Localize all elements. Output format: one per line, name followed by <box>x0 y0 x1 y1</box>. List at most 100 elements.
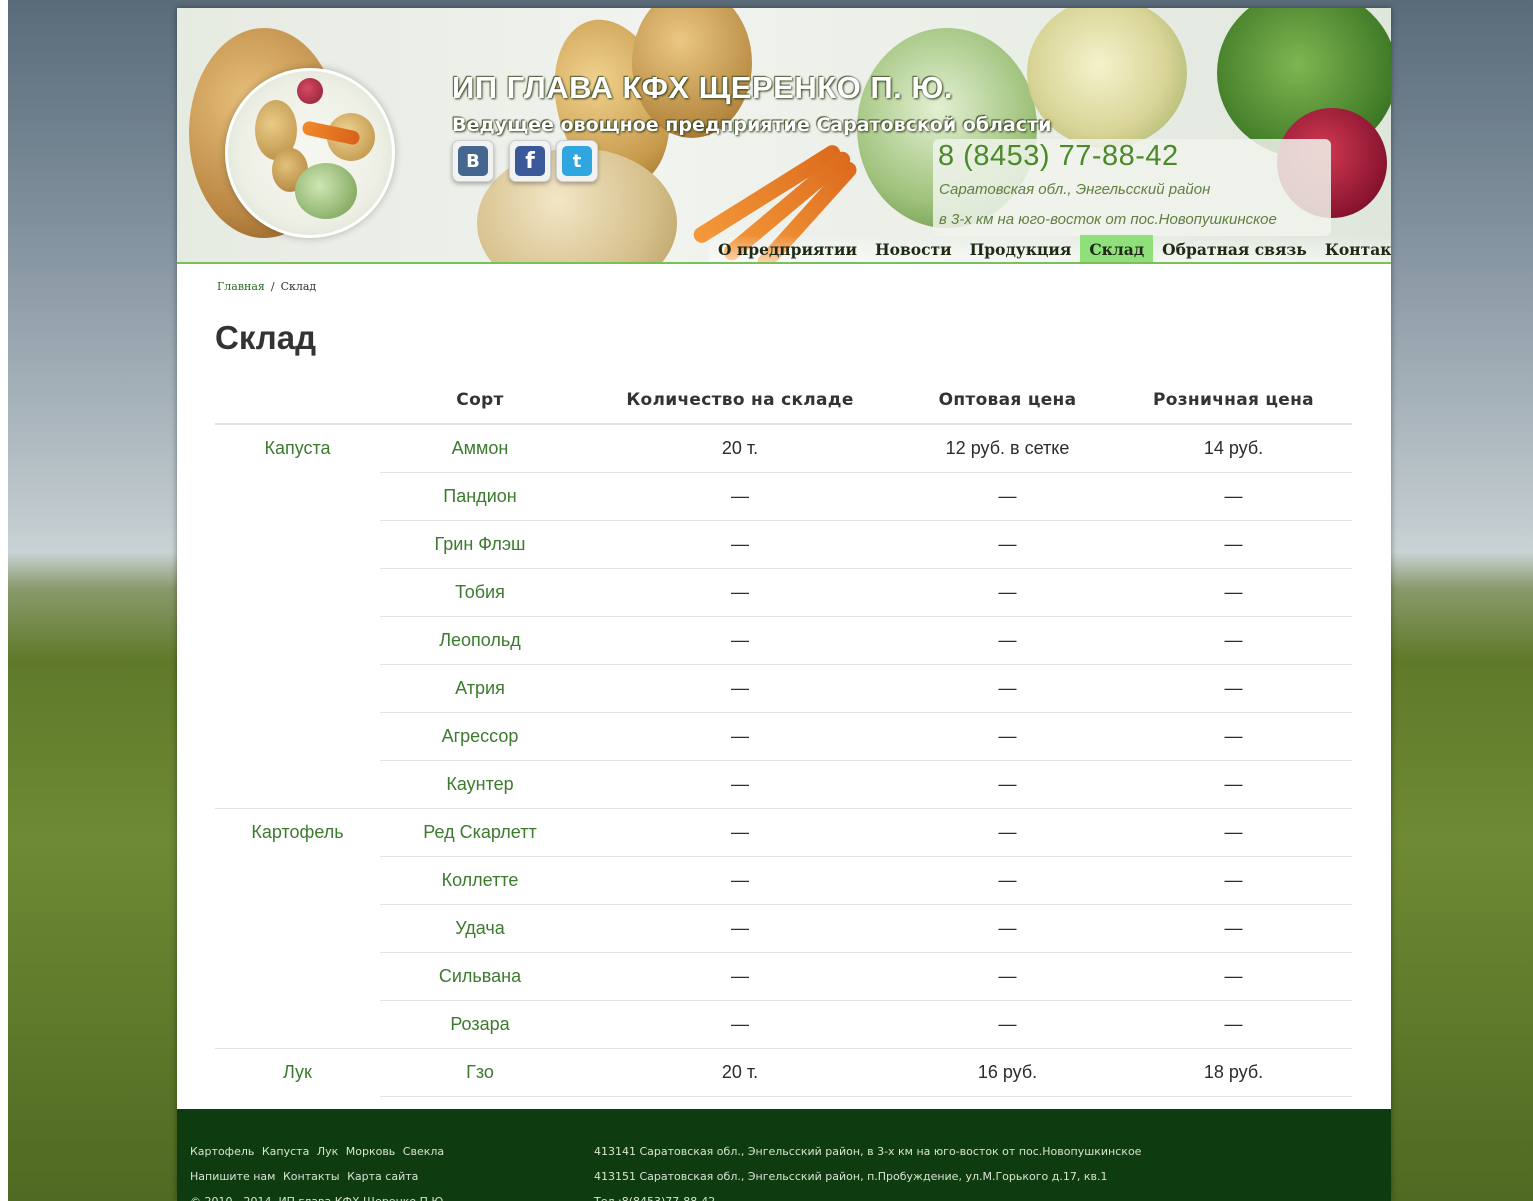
table-row: Атрия — — — <box>215 663 1352 712</box>
wholesale-price-cell: — <box>900 663 1115 712</box>
footer-link-potato[interactable]: Картофель <box>190 1145 254 1158</box>
retail-price-cell: 14 руб. <box>1115 423 1352 472</box>
variety-cell[interactable]: Ред Скарлетт <box>380 807 580 856</box>
footer-address-2: 413151 Саратовская обл., Энгельсский рай… <box>594 1170 1108 1183</box>
column-header-category <box>215 376 380 425</box>
logo-cabbage-icon <box>295 163 357 219</box>
retail-price-cell: 18 руб. <box>1115 1047 1352 1097</box>
variety-cell[interactable]: Леопольд <box>380 615 580 664</box>
wholesale-price-cell: — <box>900 711 1115 760</box>
category-cell[interactable]: Картофель <box>215 807 380 1048</box>
quantity-cell: — <box>580 663 900 712</box>
nav-contacts[interactable]: Контакты <box>1315 235 1391 262</box>
table-row: Коллетте — — — <box>215 855 1352 904</box>
quantity-cell: — <box>580 759 900 808</box>
retail-price-cell: — <box>1115 663 1352 712</box>
wholesale-price-cell: — <box>900 903 1115 952</box>
table-row: Розара — — — <box>215 999 1352 1048</box>
variety-cell[interactable]: Гзо <box>380 1047 580 1097</box>
column-header-wholesale: Оптовая цена <box>900 376 1115 425</box>
nav-products[interactable]: Продукция <box>960 235 1081 262</box>
footer-link-carrot[interactable]: Морковь <box>346 1145 396 1158</box>
footer-link-cabbage[interactable]: Капуста <box>262 1145 309 1158</box>
site-title[interactable]: ИП ГЛАВА КФХ ЩЕРЕНКО П. Ю. <box>452 70 953 106</box>
footer-link-onion[interactable]: Лук <box>317 1145 338 1158</box>
variety-cell[interactable]: Пандион <box>380 471 580 520</box>
page-edge <box>0 0 8 1201</box>
footer-link-contacts[interactable]: Контакты <box>283 1170 340 1183</box>
wholesale-price-cell: — <box>900 999 1115 1048</box>
footer-products: Картофель Капуста Лук Морковь Свекла <box>190 1139 448 1164</box>
wholesale-price-cell: — <box>900 807 1115 856</box>
vk-link[interactable]: В <box>452 140 494 182</box>
variety-cell[interactable]: Атрия <box>380 663 580 712</box>
wholesale-price-cell: — <box>900 567 1115 616</box>
nav-news[interactable]: Новости <box>866 235 961 262</box>
site-subtitle: Ведущее овощное предприятие Саратовской … <box>452 114 1052 136</box>
facebook-link[interactable]: f <box>509 140 551 182</box>
wholesale-price-cell: — <box>900 759 1115 808</box>
nav-feedback[interactable]: Обратная связь <box>1153 235 1316 262</box>
category-cell[interactable]: Капуста <box>215 423 380 808</box>
quantity-cell: — <box>580 519 900 568</box>
variety-cell[interactable]: Агрессор <box>380 711 580 760</box>
quantity-cell: — <box>580 711 900 760</box>
quantity-cell: — <box>580 471 900 520</box>
header-phone: 8 (8453) 77-88-42 <box>938 140 1179 172</box>
facebook-icon: f <box>515 146 545 176</box>
variety-cell[interactable]: Сильвана <box>380 951 580 1000</box>
header-address-line1: Саратовская обл., Энгельсский район <box>939 181 1211 198</box>
column-header-quantity: Количество на складе <box>580 376 900 425</box>
wholesale-price-cell: — <box>900 471 1115 520</box>
footer-address-1: 413141 Саратовская обл., Энгельсский рай… <box>594 1145 1142 1158</box>
retail-price-cell: — <box>1115 951 1352 1000</box>
footer-link-write-us[interactable]: Напишите нам <box>190 1170 275 1183</box>
nav-warehouse[interactable]: Склад <box>1080 235 1154 262</box>
variety-cell[interactable]: Грин Флэш <box>380 519 580 568</box>
twitter-link[interactable]: t <box>556 140 598 182</box>
retail-price-cell: — <box>1115 855 1352 904</box>
table-row: Картофель Ред Скарлетт — — — <box>215 807 1352 1048</box>
variety-cell[interactable]: Каунтер <box>380 759 580 808</box>
quantity-cell: — <box>580 999 900 1048</box>
nav-about[interactable]: О предприятии <box>709 235 867 262</box>
site-footer: Картофель Капуста Лук Морковь Свекла Нап… <box>177 1109 1391 1201</box>
variety-cell[interactable]: Тобия <box>380 567 580 616</box>
variety-cell[interactable]: Розара <box>380 999 580 1048</box>
variety-cell[interactable]: Аммон <box>380 423 580 472</box>
wholesale-price-cell: — <box>900 615 1115 664</box>
retail-price-cell: — <box>1115 471 1352 520</box>
variety-cell[interactable]: Коллетте <box>380 855 580 904</box>
footer-links: Напишите нам Контакты Карта сайта <box>190 1164 448 1189</box>
variety-cell[interactable]: Удача <box>380 903 580 952</box>
column-header-retail: Розничная цена <box>1115 376 1352 425</box>
page-title: Склад <box>215 319 317 356</box>
retail-price-cell: — <box>1115 711 1352 760</box>
footer-phone: Тел.:8(8453)77-88-42 <box>594 1189 1141 1201</box>
retail-price-cell: — <box>1115 567 1352 616</box>
breadcrumb-home[interactable]: Главная <box>217 280 265 293</box>
retail-price-cell: — <box>1115 903 1352 952</box>
retail-price-cell: — <box>1115 807 1352 856</box>
wholesale-price-cell: — <box>900 855 1115 904</box>
main-nav: О предприятии Новости Продукция Склад Об… <box>709 235 1391 262</box>
quantity-cell: — <box>580 951 900 1000</box>
quantity-cell: — <box>580 855 900 904</box>
quantity-cell: — <box>580 903 900 952</box>
wholesale-price-cell: — <box>900 951 1115 1000</box>
category-cell[interactable]: Лук <box>215 1047 380 1096</box>
retail-price-cell: — <box>1115 999 1352 1048</box>
footer-link-beet[interactable]: Свекла <box>403 1145 444 1158</box>
wholesale-price-cell: 16 руб. <box>900 1047 1115 1097</box>
footer-left-column: Картофель Капуста Лук Морковь Свекла Нап… <box>190 1139 448 1201</box>
retail-price-cell: — <box>1115 519 1352 568</box>
breadcrumb-current: Склад <box>280 280 317 293</box>
quantity-cell: 20 т. <box>580 1047 900 1097</box>
twitter-icon: t <box>562 146 592 176</box>
footer-link-sitemap[interactable]: Карта сайта <box>347 1170 418 1183</box>
breadcrumb: Главная / Склад <box>217 280 316 293</box>
vk-icon: В <box>458 146 488 176</box>
table-row: Леопольд — — — <box>215 615 1352 664</box>
retail-price-cell: — <box>1115 615 1352 664</box>
table-row: Пандион — — — <box>215 471 1352 520</box>
